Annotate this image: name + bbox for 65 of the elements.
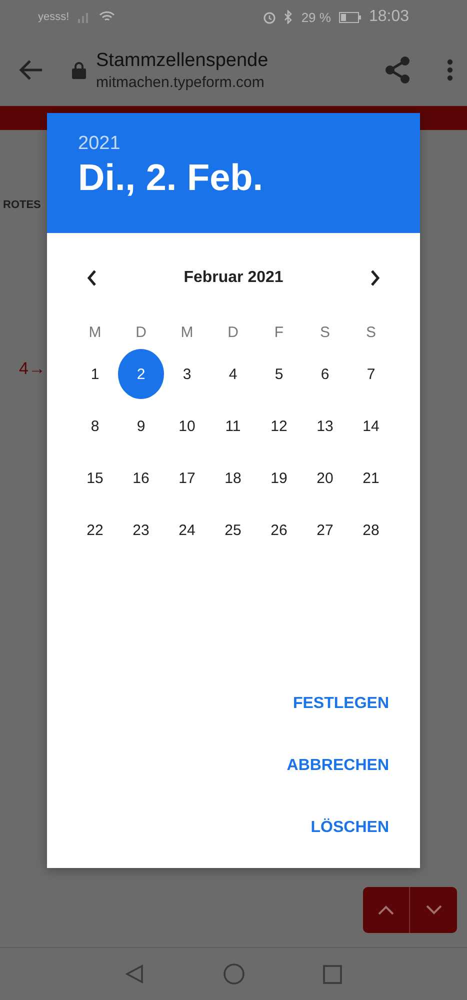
page-title: Stammzellenspende xyxy=(96,50,270,72)
chevron-down-icon xyxy=(426,905,442,915)
calendar-day[interactable]: 2 xyxy=(118,349,164,399)
dialog-action-button[interactable]: FESTLEGEN xyxy=(292,684,389,724)
calendar-day[interactable]: 14 xyxy=(348,401,394,451)
calendar-day[interactable]: 11 xyxy=(210,401,256,451)
calendar-day[interactable]: 28 xyxy=(348,505,394,555)
lock-icon xyxy=(72,61,86,79)
weekday-label: M xyxy=(88,322,102,342)
calendar-day[interactable]: 19 xyxy=(256,453,302,503)
calendar-day[interactable]: 1 xyxy=(72,349,118,399)
calendar-day[interactable]: 13 xyxy=(302,401,348,451)
section-heading: ROTES xyxy=(3,199,41,211)
calendar-day[interactable]: 24 xyxy=(164,505,210,555)
calendar-day[interactable]: 23 xyxy=(118,505,164,555)
calendar-day[interactable]: 10 xyxy=(164,401,210,451)
selected-date: Di., 2. Feb. xyxy=(78,157,264,199)
alarm-clock-icon xyxy=(263,10,276,24)
recents-square-icon[interactable] xyxy=(323,964,342,984)
question-number: 4→ xyxy=(19,359,46,379)
calendar-day[interactable]: 6 xyxy=(302,349,348,399)
calendar-day[interactable]: 7 xyxy=(348,349,394,399)
calendar-day[interactable]: 21 xyxy=(348,453,394,503)
chevron-up-icon xyxy=(378,905,394,915)
calendar-day[interactable]: 12 xyxy=(256,401,302,451)
dialog-action-button[interactable]: LÖSCHEN xyxy=(310,808,389,848)
more-menu-icon[interactable] xyxy=(447,59,453,81)
calendar-day[interactable]: 22 xyxy=(72,505,118,555)
calendar-day[interactable]: 8 xyxy=(72,401,118,451)
calendar-day[interactable]: 27 xyxy=(302,505,348,555)
home-circle-icon[interactable] xyxy=(223,963,245,985)
calendar-day[interactable]: 3 xyxy=(164,349,210,399)
weekday-label: M xyxy=(180,322,194,342)
dialog-action-button[interactable]: ABBRECHEN xyxy=(286,746,389,786)
battery-percent: 29 % xyxy=(301,10,331,24)
calendar-day[interactable]: 17 xyxy=(164,453,210,503)
weekday-label: S xyxy=(364,322,377,342)
next-month-button[interactable] xyxy=(370,270,380,286)
weekday-label: F xyxy=(273,322,285,342)
calendar-day[interactable]: 20 xyxy=(302,453,348,503)
calendar-day[interactable]: 5 xyxy=(256,349,302,399)
previous-month-button[interactable] xyxy=(87,270,97,286)
weekday-label: D xyxy=(134,322,148,342)
bluetooth-icon xyxy=(284,10,294,24)
next-button[interactable] xyxy=(410,887,457,933)
wifi-icon xyxy=(99,11,116,23)
clock-time: 18:03 xyxy=(368,8,409,26)
calendar-day[interactable]: 9 xyxy=(118,401,164,451)
calendar-day[interactable]: 4 xyxy=(210,349,256,399)
calendar-day[interactable]: 18 xyxy=(210,453,256,503)
calendar-day[interactable]: 16 xyxy=(118,453,164,503)
calendar-day[interactable]: 25 xyxy=(210,505,256,555)
battery-icon xyxy=(338,12,361,22)
share-icon[interactable] xyxy=(385,56,411,84)
carrier-name: yesss! xyxy=(38,11,70,23)
previous-button[interactable] xyxy=(363,887,410,933)
calendar-day[interactable]: 15 xyxy=(72,453,118,503)
month-title: Februar 2021 xyxy=(184,269,284,287)
back-arrow-icon[interactable] xyxy=(18,59,44,81)
calendar-day[interactable]: 26 xyxy=(256,505,302,555)
chevron-left-icon xyxy=(87,270,97,286)
back-triangle-icon[interactable] xyxy=(125,964,145,984)
weekday-label: D xyxy=(226,322,240,342)
weekday-label: S xyxy=(318,322,331,342)
chevron-right-icon xyxy=(370,270,380,286)
